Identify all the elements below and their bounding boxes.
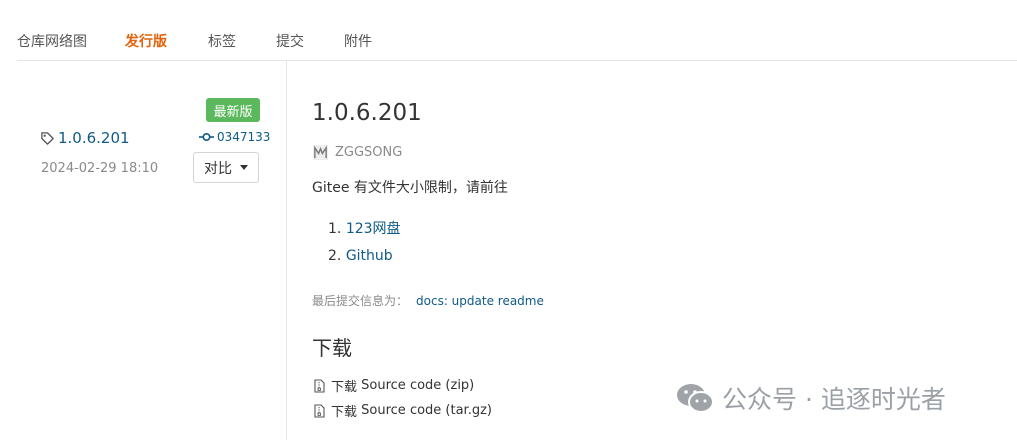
commit-link[interactable]: 0347133 [199, 130, 270, 144]
tab-releases[interactable]: 发行版 [125, 31, 167, 51]
compare-label: 对比 [204, 160, 232, 177]
download-label: Source code (zip) [361, 378, 475, 393]
last-commit-info: 最后提交信息为： docs: update readme [312, 292, 544, 309]
link-list: 1. 123网盘 2. Github [328, 218, 401, 278]
list-item: 1. 123网盘 [328, 218, 401, 248]
tab-attachments[interactable]: 附件 [344, 31, 372, 51]
download-heading: 下载 [312, 336, 352, 360]
list-number: 1. [328, 221, 342, 237]
zip-file-icon [314, 378, 325, 393]
watermark: 公众号 · 追逐时光者 [676, 380, 946, 416]
download-prefix: 下载 [331, 380, 358, 395]
tag-link[interactable]: 1.0.6.201 [40, 129, 130, 147]
release-sidebar: 1.0.6.201 2024-02-29 18:10 最新版 0347133 对… [0, 61, 287, 440]
download-targz-link[interactable]: 下载 Source code (tar.gz) [314, 401, 492, 420]
zip-file-icon [314, 403, 325, 418]
tag-label: 1.0.6.201 [58, 129, 130, 147]
last-commit-link[interactable]: docs: update readme [416, 294, 544, 308]
avatar-icon [313, 145, 328, 160]
latest-badge: 最新版 [206, 98, 260, 122]
commit-icon [199, 132, 214, 142]
author-name: ZGGSONG [335, 145, 403, 160]
download-zip-link[interactable]: 下载 Source code (zip) [314, 376, 474, 395]
release-description: Gitee 有文件大小限制，请前往 [312, 180, 508, 196]
tag-icon [41, 131, 54, 145]
link-123pan[interactable]: 123网盘 [346, 221, 401, 237]
wechat-icon [677, 384, 714, 413]
list-item: 2. Github [328, 248, 401, 278]
tab-commits[interactable]: 提交 [276, 31, 304, 51]
release-author[interactable]: ZGGSONG [313, 145, 402, 160]
commit-hash: 0347133 [217, 130, 271, 144]
compare-button[interactable]: 对比 [193, 152, 259, 183]
release-tabs: 仓库网络图 发行版 标签 提交 附件 [17, 0, 1017, 61]
release-date: 2024-02-29 18:10 [41, 161, 159, 176]
chevron-down-icon [240, 165, 248, 170]
download-label: Source code (tar.gz) [361, 403, 492, 418]
list-number: 2. [328, 248, 342, 264]
tab-network[interactable]: 仓库网络图 [17, 31, 87, 51]
last-commit-label: 最后提交信息为： [312, 294, 409, 308]
tab-tags[interactable]: 标签 [208, 31, 236, 51]
release-title: 1.0.6.201 [312, 100, 422, 126]
download-prefix: 下载 [331, 405, 358, 420]
watermark-text: 公众号 · 追逐时光者 [722, 385, 946, 414]
link-github[interactable]: Github [346, 248, 393, 264]
